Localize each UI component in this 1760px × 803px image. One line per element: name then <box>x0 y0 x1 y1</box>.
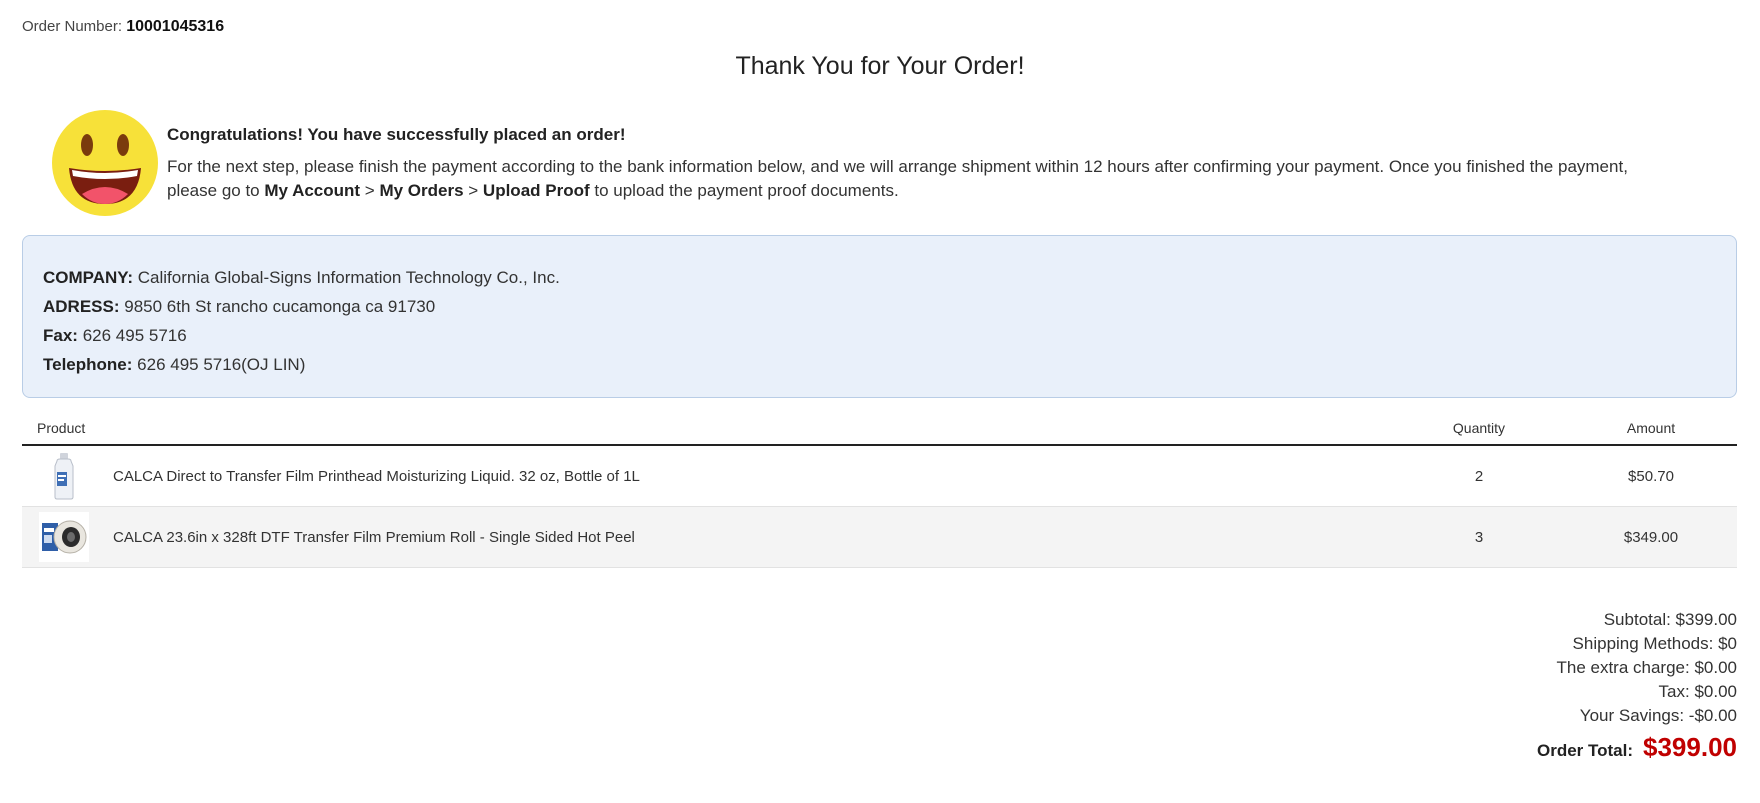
order-number-value: 10001045316 <box>126 18 225 35</box>
extra-charge: The extra charge: $0.00 <box>1556 658 1737 677</box>
bank-telephone: Telephone: 626 495 5716(OJ LIN) <box>43 350 1716 379</box>
breadcrumb-separator: > <box>463 181 483 200</box>
film-roll-icon <box>42 520 87 554</box>
bank-info-box: COMPANY: California Global-Signs Informa… <box>22 235 1737 398</box>
your-savings: Your Savings: -$0.00 <box>1579 706 1737 725</box>
telephone-label: Telephone: <box>43 355 133 374</box>
breadcrumb-separator: > <box>360 181 380 200</box>
product-quantity: 3 <box>1474 528 1484 546</box>
shipping-methods: Shipping Methods: $0 <box>1572 634 1737 653</box>
order-total-label: Order Total: <box>1536 741 1634 760</box>
products-table: Product Quantity Amount CALCA Direct to … <box>22 412 1737 568</box>
product-quantity: 2 <box>1474 467 1484 485</box>
product-thumbnail[interactable] <box>39 451 89 501</box>
my-account-link[interactable]: My Account <box>264 181 360 200</box>
address-label: ADRESS: <box>43 297 120 316</box>
fax-label: Fax: <box>43 326 78 345</box>
fax-value: 626 495 5716 <box>82 326 187 345</box>
subtotal: Subtotal: $399.00 <box>1603 610 1737 629</box>
order-number: Order Number: 10001045316 <box>22 18 224 36</box>
telephone-value: 626 495 5716(OJ LIN) <box>137 355 306 374</box>
table-header: Product Quantity Amount <box>22 412 1737 446</box>
company-label: COMPANY: <box>43 268 134 287</box>
product-name[interactable]: CALCA Direct to Transfer Film Printhead … <box>89 468 1393 485</box>
congrats-message: For the next step, please finish the pay… <box>167 155 1667 203</box>
page-title: Thank You for Your Order! <box>735 52 1025 80</box>
bottle-icon <box>54 453 74 500</box>
bank-company: COMPANY: California Global-Signs Informa… <box>43 263 1716 292</box>
congrats-text-part-2: to upload the payment proof documents. <box>589 181 899 200</box>
tax: Tax: $0.00 <box>1658 682 1737 701</box>
product-amount: $349.00 <box>1623 528 1679 546</box>
address-value: 9850 6th St rancho cucamonga ca 91730 <box>124 297 436 316</box>
bank-fax: Fax: 626 495 5716 <box>43 321 1716 350</box>
smiley-face-icon <box>52 110 158 216</box>
order-number-label: Order Number: <box>22 18 123 35</box>
upload-proof-link[interactable]: Upload Proof <box>483 181 590 200</box>
product-amount: $50.70 <box>1628 467 1674 485</box>
order-total-value: $399.00 <box>1643 732 1737 762</box>
company-value: California Global-Signs Information Tech… <box>137 268 560 287</box>
header-product: Product <box>37 420 86 436</box>
order-total: Order Total: $399.00 <box>1537 732 1737 763</box>
bank-address: ADRESS: 9850 6th St rancho cucamonga ca … <box>43 292 1716 321</box>
product-thumbnail[interactable] <box>39 512 89 562</box>
table-row: CALCA 23.6in x 328ft DTF Transfer Film P… <box>22 507 1737 568</box>
my-orders-link[interactable]: My Orders <box>379 181 463 200</box>
congrats-heading: Congratulations! You have successfully p… <box>167 125 626 144</box>
order-totals: Subtotal: $399.00 Shipping Methods: $0 T… <box>1537 608 1737 763</box>
header-quantity: Quantity <box>1452 420 1506 436</box>
header-amount: Amount <box>1626 420 1676 436</box>
table-row: CALCA Direct to Transfer Film Printhead … <box>22 446 1737 507</box>
product-name[interactable]: CALCA 23.6in x 328ft DTF Transfer Film P… <box>89 529 1393 546</box>
